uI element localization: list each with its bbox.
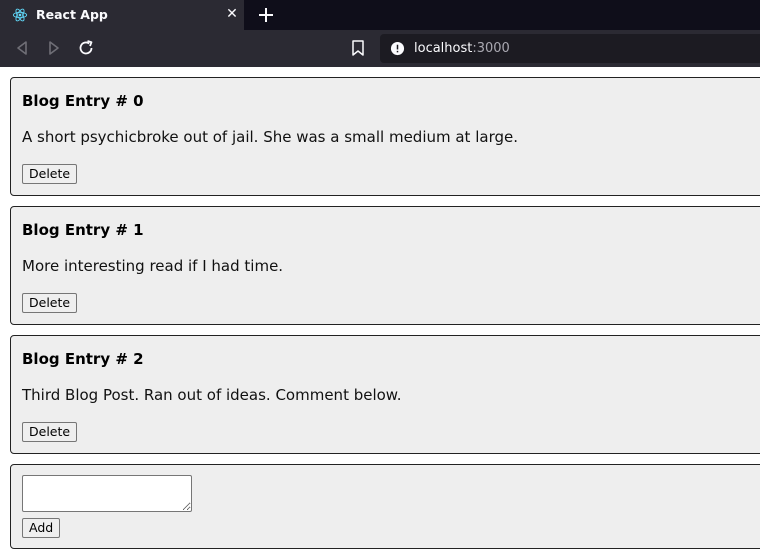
new-entry-form: Add (10, 464, 760, 549)
url-host: localhost (414, 41, 473, 56)
back-icon[interactable] (12, 38, 32, 58)
url-bar[interactable]: localhost:3000 (380, 34, 760, 63)
delete-button[interactable]: Delete (22, 422, 78, 442)
entry-title: Blog Entry # 0 (22, 92, 144, 110)
entry-textarea[interactable] (22, 475, 192, 512)
tab-strip: React App ✕ (0, 0, 760, 30)
new-tab-icon[interactable] (256, 5, 276, 25)
entry-body: A short psychicbroke out of jail. She wa… (22, 128, 518, 146)
page-content: Blog Entry # 0 A short psychicbroke out … (0, 67, 760, 553)
browser-tab[interactable]: React App ✕ (0, 0, 244, 30)
delete-button[interactable]: Delete (22, 164, 78, 184)
blog-entry: Blog Entry # 0 A short psychicbroke out … (10, 77, 760, 196)
entry-body: More interesting read if I had time. (22, 257, 284, 275)
tab-title: React App (36, 7, 108, 22)
url-text: localhost:3000 (414, 41, 510, 56)
url-port: :3000 (472, 41, 510, 56)
add-button[interactable]: Add (22, 518, 61, 538)
entry-title: Blog Entry # 1 (22, 221, 144, 239)
delete-button[interactable]: Delete (22, 293, 78, 313)
forward-icon[interactable] (44, 38, 64, 58)
close-tab-icon[interactable]: ✕ (224, 6, 240, 22)
bookmark-icon[interactable] (350, 38, 366, 58)
blog-entry: Blog Entry # 2 Third Blog Post. Ran out … (10, 335, 760, 454)
reload-icon[interactable] (76, 38, 96, 58)
entry-body: Third Blog Post. Ran out of ideas. Comme… (22, 386, 402, 404)
navigation-toolbar: localhost:3000 (0, 30, 760, 67)
react-icon (12, 8, 28, 22)
entry-title: Blog Entry # 2 (22, 350, 144, 368)
blog-entry: Blog Entry # 1 More interesting read if … (10, 206, 760, 325)
info-icon[interactable] (390, 41, 405, 56)
